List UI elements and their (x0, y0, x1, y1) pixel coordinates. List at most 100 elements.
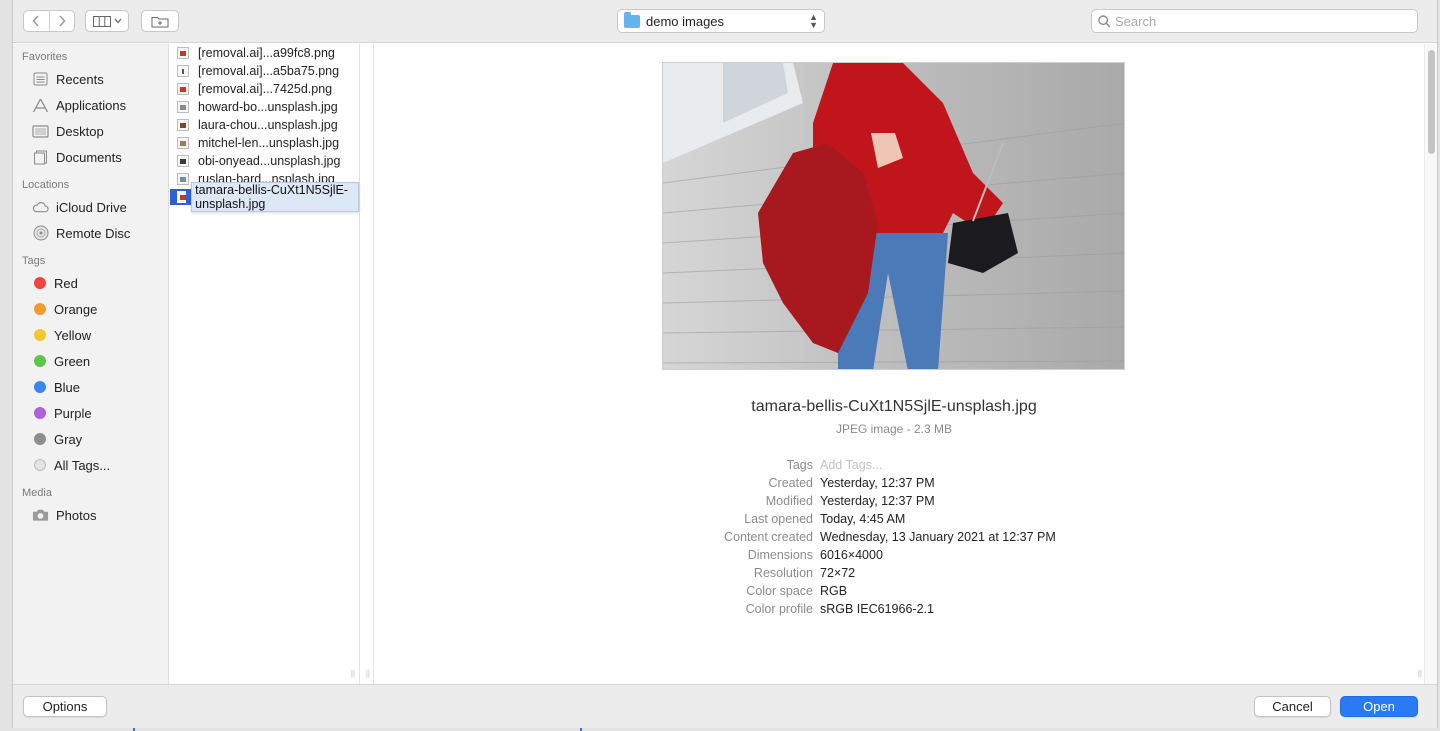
open-file-dialog: demo images ▲▼ Favorites Recents Applica… (12, 0, 1438, 728)
tag-color-dot-icon (34, 303, 46, 315)
metadata-value: RGB (820, 584, 848, 598)
folder-icon (624, 11, 640, 28)
sidebar-item-photos[interactable]: Photos (13, 502, 168, 528)
sidebar-item-label: Blue (54, 379, 81, 395)
forward-button[interactable] (48, 11, 75, 31)
navigation-buttons (23, 10, 75, 32)
image-file-icon (177, 101, 189, 113)
sidebar-item-icloud-drive[interactable]: iCloud Drive (13, 194, 168, 220)
metadata-row-last-opened: Last opened Today, 4:45 AM (375, 512, 1423, 530)
tag-color-dot-icon (34, 355, 46, 367)
sidebar-tag-orange[interactable]: Orange (13, 296, 168, 322)
sidebar-item-label: Applications (56, 97, 127, 113)
columns-view-icon (92, 15, 111, 27)
sidebar-tag-blue[interactable]: Blue (13, 374, 168, 400)
file-name: [removal.ai]...a99fc8.png (198, 46, 335, 60)
list-item[interactable]: laura-chou...unsplash.jpg (170, 116, 359, 134)
scrollbar-thumb[interactable] (1428, 50, 1435, 154)
sidebar-item-label: Purple (54, 405, 92, 421)
sidebar-tag-gray[interactable]: Gray (13, 426, 168, 452)
view-mode-button[interactable] (85, 10, 129, 32)
sidebar-item-applications[interactable]: Applications (13, 92, 168, 118)
metadata-row-color-space: Color space RGB (375, 584, 1423, 602)
list-item[interactable]: obi-onyead...unsplash.jpg (170, 152, 359, 170)
metadata-row-color-profile: Color profile sRGB IEC61966-2.1 (375, 602, 1423, 620)
image-file-icon (177, 65, 189, 77)
path-label: demo images (646, 13, 725, 29)
column-resize-handle[interactable]: || (366, 669, 370, 678)
new-folder-button[interactable] (141, 10, 179, 32)
list-item-selected[interactable]: tamara-bellis-CuXt1N5SjlE-unsplash.jpg (170, 182, 359, 212)
metadata-key: Modified (765, 494, 813, 508)
preview-file-name: tamara-bellis-CuXt1N5SjlE-unsplash.jpg (751, 398, 1037, 415)
applications-icon (32, 98, 49, 113)
chevron-down-icon (114, 18, 121, 24)
back-button[interactable] (24, 11, 49, 31)
preview-file-kind: JPEG image - 2.3 MB (835, 422, 953, 436)
toolbar: demo images ▲ ▼ (13, 0, 1437, 43)
preview-image (662, 62, 1125, 370)
sidebar-item-desktop[interactable]: Desktop (13, 118, 168, 144)
file-name: howard-bo...unsplash.jpg (198, 100, 338, 114)
metadata-key: Resolution (753, 566, 813, 580)
sidebar-tag-all-tags[interactable]: All Tags... (13, 452, 168, 478)
sidebar-item-label: Gray (54, 431, 83, 447)
sidebar-item-remote-disc[interactable]: Remote Disc (13, 220, 168, 246)
image-file-icon (177, 173, 189, 185)
search-icon (1098, 14, 1111, 28)
metadata-value: Yesterday, 12:37 PM (820, 476, 935, 490)
add-tags-field[interactable]: Add Tags... (820, 458, 882, 476)
updown-arrows-icon: ▲ ▼ (809, 12, 818, 30)
tag-color-dot-icon (34, 381, 46, 393)
metadata-value: Yesterday, 12:37 PM (820, 494, 935, 508)
sidebar-item-label: Green (54, 353, 91, 369)
sidebar-item-label: iCloud Drive (56, 199, 127, 215)
sidebar-item-documents[interactable]: Documents (13, 144, 168, 170)
column-resize-handle[interactable]: || (1418, 669, 1422, 678)
sidebar-item-label: Red (54, 275, 78, 291)
metadata-row-content-created: Content created Wednesday, 13 January 20… (375, 530, 1423, 548)
dialog-footer: Options Cancel Open (13, 684, 1437, 728)
cloud-icon (32, 200, 49, 215)
sidebar-item-label: Orange (54, 301, 98, 317)
image-file-icon (177, 83, 189, 95)
sidebar-tag-red[interactable]: Red (13, 270, 168, 296)
metadata-key: Last opened (744, 512, 813, 526)
all-tags-icon (34, 459, 46, 471)
search-field[interactable] (1091, 9, 1418, 33)
metadata-value: 72×72 (820, 566, 856, 580)
list-item[interactable]: [removal.ai]...a99fc8.png (170, 44, 359, 62)
metadata-list: Tags Add Tags... Created Yesterday, 12:3… (375, 458, 1423, 620)
tag-color-dot-icon (34, 433, 46, 445)
vertical-scrollbar[interactable] (1424, 44, 1437, 684)
favorites-section-title: Favorites (22, 51, 68, 63)
locations-section-title: Locations (22, 179, 70, 191)
list-item[interactable]: mitchel-len...unsplash.jpg (170, 134, 359, 152)
camera-icon (32, 508, 49, 523)
sidebar-item-recents[interactable]: Recents (13, 66, 168, 92)
path-popup[interactable]: demo images ▲ ▼ (617, 9, 825, 33)
metadata-key: Color space (746, 584, 813, 598)
list-item[interactable]: [removal.ai]...7425d.png (170, 80, 359, 98)
options-button[interactable]: Options (23, 696, 107, 717)
sidebar-item-label: Desktop (56, 123, 104, 139)
search-input[interactable] (1115, 13, 1395, 29)
sidebar-tag-green[interactable]: Green (13, 348, 168, 374)
sidebar-tag-purple[interactable]: Purple (13, 400, 168, 426)
image-file-icon (177, 155, 189, 167)
file-name-rename-field[interactable]: tamara-bellis-CuXt1N5SjlE-unsplash.jpg (191, 182, 359, 212)
list-item[interactable]: howard-bo...unsplash.jpg (170, 98, 359, 116)
sidebar-tag-yellow[interactable]: Yellow (13, 322, 168, 348)
cancel-button[interactable]: Cancel (1254, 696, 1331, 717)
metadata-value: 6016×4000 (820, 548, 883, 562)
tag-color-dot-icon (34, 329, 46, 341)
list-item[interactable]: [removal.ai]...a5ba75.png (170, 62, 359, 80)
metadata-key: Tags (786, 458, 813, 472)
metadata-key: Created (768, 476, 813, 490)
sidebar-item-label: Photos (56, 507, 97, 523)
open-button[interactable]: Open (1340, 696, 1418, 717)
metadata-value: sRGB IEC61966-2.1 (820, 602, 934, 616)
tags-section-title: Tags (22, 255, 46, 267)
column-resize-handle[interactable]: || (351, 669, 355, 678)
metadata-value: Wednesday, 13 January 2021 at 12:37 PM (820, 530, 1056, 544)
